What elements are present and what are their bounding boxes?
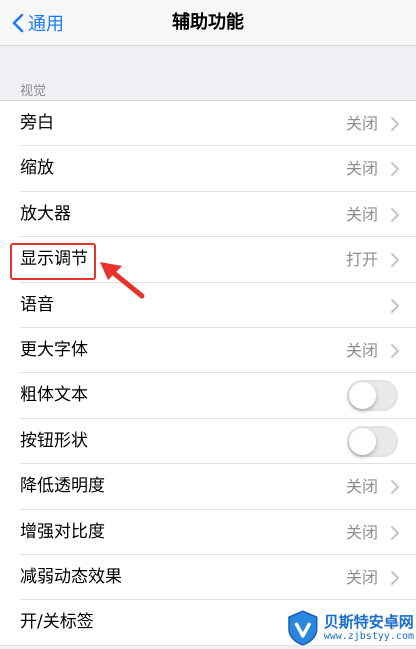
chevron-right-icon bbox=[391, 343, 399, 358]
row-label: 增强对比度 bbox=[20, 521, 105, 542]
toggle-knob bbox=[349, 382, 376, 410]
settings-row[interactable]: 增强对比度 关闭 bbox=[0, 510, 416, 556]
annotation-arrow-icon bbox=[100, 262, 145, 299]
settings-row[interactable]: 按钮形状 bbox=[0, 419, 416, 465]
settings-row[interactable]: 更大字体 关闭 bbox=[0, 328, 416, 374]
row-label: 按钮形状 bbox=[20, 430, 88, 451]
settings-row[interactable]: 降低透明度 关闭 bbox=[0, 464, 416, 510]
watermark-title: 贝斯特安卓网 bbox=[323, 612, 414, 631]
settings-row[interactable]: 减弱动态效果 关闭 bbox=[0, 555, 416, 601]
row-value: 关闭 bbox=[345, 159, 378, 179]
row-value: 关闭 bbox=[345, 522, 378, 542]
row-label: 更大字体 bbox=[20, 339, 88, 360]
row-label: 粗体文本 bbox=[20, 385, 88, 406]
chevron-right-icon bbox=[391, 570, 399, 585]
row-label: 缩放 bbox=[20, 158, 54, 179]
annotation-highlight-box bbox=[10, 243, 96, 280]
settings-row[interactable]: 旁白 关闭 bbox=[0, 101, 416, 147]
settings-row[interactable]: 缩放 关闭 bbox=[0, 146, 416, 193]
row-label: 旁白 bbox=[20, 113, 54, 133]
row-value: 关闭 bbox=[345, 340, 378, 360]
section-header-vision: 视觉 bbox=[20, 84, 47, 99]
navigation-bar: 通用 辅助功能 bbox=[0, 0, 416, 46]
chevron-right-icon bbox=[391, 480, 399, 495]
row-value: 关闭 bbox=[345, 204, 378, 224]
row-value: 打开 bbox=[345, 250, 378, 270]
row-label: 语音 bbox=[20, 294, 54, 315]
chevron-right-icon bbox=[391, 207, 399, 222]
row-label: 减弱动态效果 bbox=[20, 566, 122, 587]
row-label: 降低透明度 bbox=[20, 476, 105, 497]
settings-row[interactable]: 粗体文本 bbox=[0, 373, 416, 420]
row-value: 关闭 bbox=[345, 114, 378, 133]
watermark: 贝斯特安卓网 www.zjbstyy.com bbox=[286, 608, 414, 648]
toggle-knob bbox=[349, 427, 376, 455]
chevron-right-icon bbox=[391, 117, 399, 131]
settings-row[interactable]: 放大器 关闭 bbox=[0, 192, 416, 238]
shield-logo-icon bbox=[288, 610, 318, 646]
chevron-right-icon bbox=[391, 162, 399, 177]
toggle-switch[interactable] bbox=[347, 425, 398, 457]
chevron-right-icon bbox=[391, 253, 399, 268]
chevron-right-icon bbox=[391, 525, 399, 540]
settings-row[interactable]: 语音 bbox=[0, 283, 416, 329]
settings-list: 旁白 关闭 缩放 关闭 放大器 关闭 显示调节 打开 语音 更大字体 关闭 粗体文本 按钮形状 降低透明度… bbox=[0, 100, 416, 647]
row-label: 开/关标签 bbox=[20, 612, 94, 633]
chevron-right-icon bbox=[391, 298, 399, 313]
page-title: 辅助功能 bbox=[172, 12, 244, 33]
row-value: 关闭 bbox=[345, 477, 378, 497]
watermark-url: www.zjbstyy.com bbox=[323, 630, 414, 642]
toggle-switch[interactable] bbox=[347, 380, 398, 412]
row-value: 关闭 bbox=[345, 567, 378, 587]
row-label: 放大器 bbox=[20, 203, 71, 224]
